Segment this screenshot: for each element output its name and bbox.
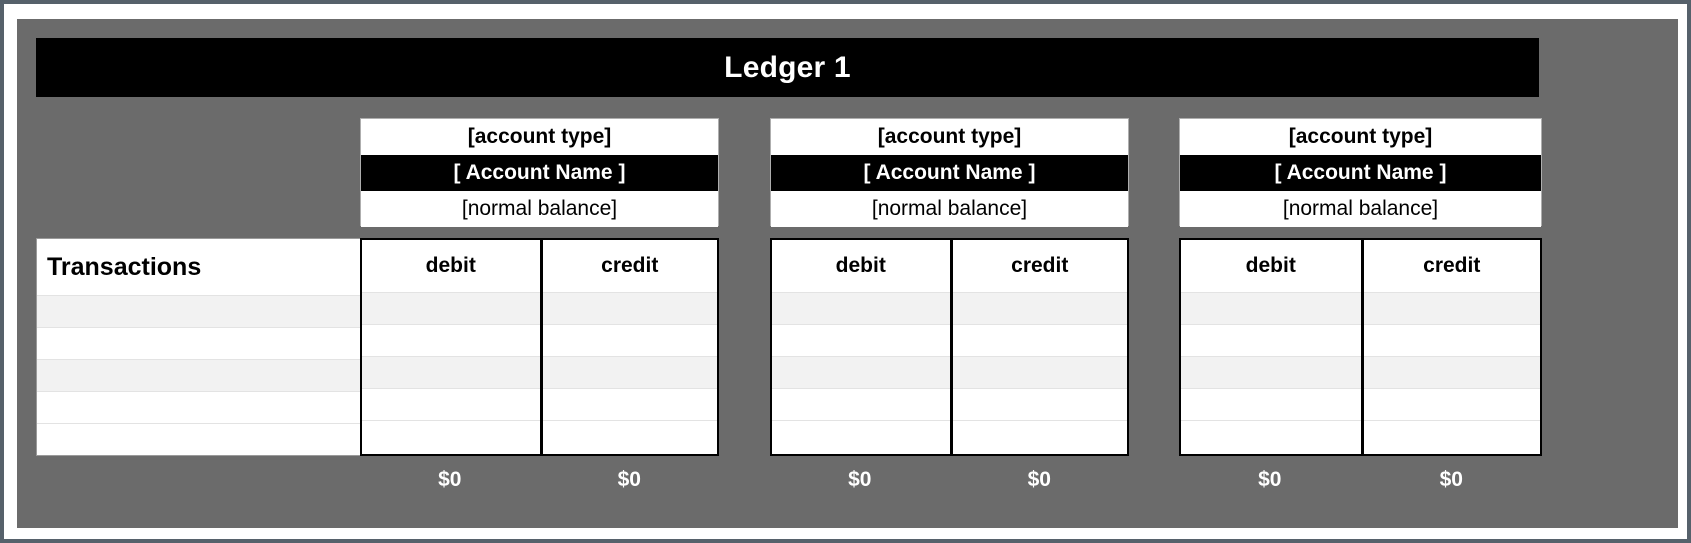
debit-entry-list-1 (362, 292, 540, 452)
debit-header-3: debit (1181, 240, 1361, 292)
credit-total-1: $0 (617, 468, 641, 491)
credit-entry-cell[interactable] (542, 292, 717, 324)
credit-entry-cell[interactable] (542, 420, 717, 452)
debit-entry-cell[interactable] (1181, 420, 1361, 452)
normal-balance-label-3[interactable]: [normal balance] (1180, 191, 1541, 227)
account-header-block-2[interactable]: [account type] [ Account Name ] [normal … (770, 118, 1129, 227)
debit-entry-cell[interactable] (772, 420, 950, 452)
account-headers-strip: [account type] [ Account Name ] [normal … (360, 118, 1660, 227)
credit-entry-list-3 (1363, 292, 1540, 452)
debit-entry-cell[interactable] (362, 292, 540, 324)
credit-entry-cell[interactable] (952, 292, 1127, 324)
account-name-label-1[interactable]: [ Account Name ] (361, 155, 718, 191)
account-ledger-box-1: debit credit (360, 238, 719, 456)
debit-total-1: $0 (438, 468, 462, 491)
transactions-panel: Transactions (36, 238, 360, 456)
debit-header-2: debit (772, 240, 950, 292)
credit-entry-cell[interactable] (952, 324, 1127, 356)
debit-total-2: $0 (848, 468, 872, 491)
credit-total-3: $0 (1439, 468, 1463, 491)
transaction-row[interactable] (37, 391, 360, 423)
debit-header-1: debit (362, 240, 540, 292)
transaction-row[interactable] (37, 295, 360, 327)
transactions-label: Transactions (47, 252, 202, 281)
transactions-row-list (37, 295, 360, 455)
debit-entry-cell[interactable] (362, 356, 540, 388)
debit-entry-cell[interactable] (772, 356, 950, 388)
debit-column-2: debit (772, 240, 950, 454)
account-header-block-1[interactable]: [account type] [ Account Name ] [normal … (360, 118, 719, 227)
credit-entry-cell[interactable] (542, 356, 717, 388)
transaction-row[interactable] (37, 327, 360, 359)
normal-balance-label-2[interactable]: [normal balance] (771, 191, 1128, 227)
credit-entry-cell[interactable] (1363, 420, 1540, 452)
worksheet-canvas: Ledger 1 [account type] [ Account Name ]… (17, 19, 1678, 528)
credit-column-1: credit (539, 240, 717, 454)
debit-column-3: debit (1181, 240, 1361, 454)
credit-entry-list-2 (952, 292, 1127, 452)
account-type-label-1[interactable]: [account type] (361, 119, 718, 155)
debit-entry-cell[interactable] (1181, 356, 1361, 388)
account-type-label-3[interactable]: [account type] (1180, 119, 1541, 155)
debit-column-1: debit (362, 240, 540, 454)
credit-entry-cell[interactable] (1363, 356, 1540, 388)
ledger-title-banner: Ledger 1 (36, 38, 1539, 97)
account-name-label-3[interactable]: [ Account Name ] (1180, 155, 1541, 191)
transaction-row[interactable] (37, 359, 360, 391)
debit-entry-list-3 (1181, 292, 1361, 452)
totals-group-1: $0 $0 (360, 460, 719, 500)
debit-entry-cell[interactable] (362, 324, 540, 356)
debit-entry-cell[interactable] (772, 324, 950, 356)
debit-entry-list-2 (772, 292, 950, 452)
transaction-row[interactable] (37, 423, 360, 455)
totals-group-3: $0 $0 (1179, 460, 1542, 500)
credit-entry-cell[interactable] (1363, 324, 1540, 356)
debit-total-3: $0 (1258, 468, 1282, 491)
normal-balance-label-1[interactable]: [normal balance] (361, 191, 718, 227)
debit-entry-cell[interactable] (772, 292, 950, 324)
debit-entry-cell[interactable] (362, 420, 540, 452)
credit-entry-cell[interactable] (952, 420, 1127, 452)
credit-entry-list-1 (542, 292, 717, 452)
credit-entry-cell[interactable] (542, 324, 717, 356)
credit-entry-cell[interactable] (952, 388, 1127, 420)
credit-entry-cell[interactable] (542, 388, 717, 420)
ledger-worksheet-screen: Ledger 1 [account type] [ Account Name ]… (0, 0, 1691, 543)
account-ledger-box-3: debit credit (1179, 238, 1542, 456)
debit-entry-cell[interactable] (362, 388, 540, 420)
debit-entry-cell[interactable] (1181, 292, 1361, 324)
credit-total-2: $0 (1027, 468, 1051, 491)
credit-entry-cell[interactable] (1363, 292, 1540, 324)
debit-entry-cell[interactable] (1181, 324, 1361, 356)
debit-entry-cell[interactable] (772, 388, 950, 420)
credit-header-1: credit (542, 240, 717, 292)
credit-entry-cell[interactable] (952, 356, 1127, 388)
debit-entry-cell[interactable] (1181, 388, 1361, 420)
credit-header-3: credit (1363, 240, 1540, 292)
account-header-block-3[interactable]: [account type] [ Account Name ] [normal … (1179, 118, 1542, 227)
totals-group-2: $0 $0 (770, 460, 1129, 500)
totals-row: $0 $0 $0 $0 $0 $0 (36, 460, 1540, 500)
account-ledger-box-2: debit credit (770, 238, 1129, 456)
account-type-label-2[interactable]: [account type] (771, 119, 1128, 155)
account-name-label-2[interactable]: [ Account Name ] (771, 155, 1128, 191)
credit-column-3: credit (1360, 240, 1540, 454)
credit-column-2: credit (949, 240, 1127, 454)
credit-header-2: credit (952, 240, 1127, 292)
credit-entry-cell[interactable] (1363, 388, 1540, 420)
